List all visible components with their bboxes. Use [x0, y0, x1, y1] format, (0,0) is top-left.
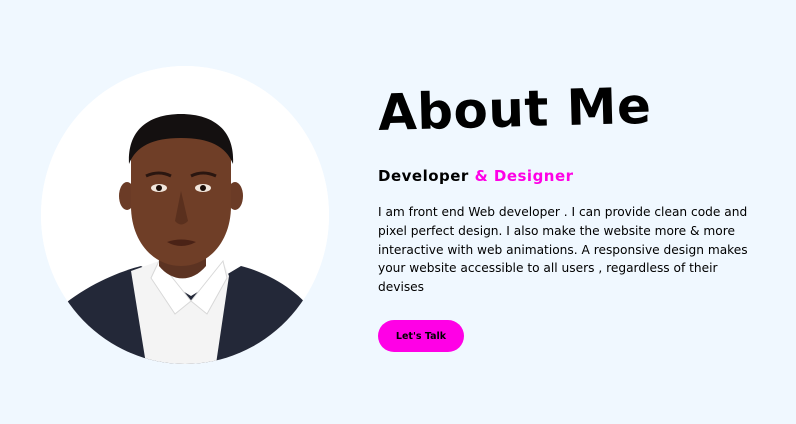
page-title: About Me — [377, 76, 653, 142]
about-description: I am front end Web developer . I can pro… — [378, 205, 748, 295]
lets-talk-button[interactable]: Let's Talk — [378, 320, 464, 352]
role-primary: Developer — [378, 167, 469, 185]
about-section: About Me Developer & Designer I am front… — [0, 0, 796, 424]
role-accent: & Designer — [468, 167, 574, 185]
profile-photo — [41, 66, 329, 364]
role-subtitle: Developer & Designer — [378, 166, 758, 186]
about-content: About Me Developer & Designer I am front… — [377, 77, 758, 297]
profile-photo-illustration — [41, 66, 329, 364]
